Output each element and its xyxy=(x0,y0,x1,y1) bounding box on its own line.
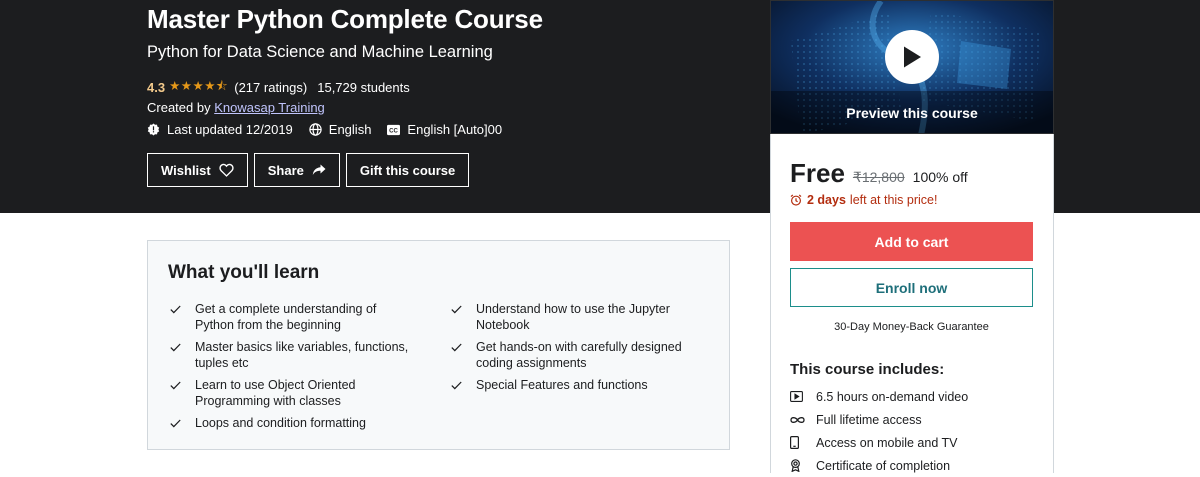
course-title: Master Python Complete Course xyxy=(147,4,543,34)
closed-captions-icon: CC xyxy=(387,123,401,136)
learn-item: Loops and condition formatting xyxy=(168,415,418,432)
learn-item: Special Features and functions xyxy=(449,377,699,394)
last-updated-text: Last updated 12/2019 xyxy=(167,122,293,137)
learn-item-text: Loops and condition formatting xyxy=(195,416,366,430)
created-by-label: Created by xyxy=(147,100,211,115)
share-label: Share xyxy=(267,162,304,178)
money-back-guarantee: 30-Day Money-Back Guarantee xyxy=(834,321,989,333)
svg-text:CC: CC xyxy=(390,128,399,134)
learn-item-text: Get a complete understanding of Python f… xyxy=(195,302,377,332)
language: English xyxy=(309,122,372,137)
learn-column-1: Get a complete understanding of Python f… xyxy=(168,301,418,438)
alarm-clock-icon xyxy=(790,194,802,206)
check-icon xyxy=(449,339,476,371)
includes-item: 6.5 hours on-demand video xyxy=(790,385,1040,408)
rating-row: 4.3 ★★★★⯪ (217 ratings) 15,729 students xyxy=(147,77,410,98)
learn-item-text: Understand how to use the Jupyter Notebo… xyxy=(476,302,670,332)
created-by: Created by Knowasap Training xyxy=(147,100,325,115)
original-price: ₹12,800 xyxy=(852,169,905,185)
heart-icon xyxy=(219,163,234,177)
star-rating-icon: ★★★★⯪ xyxy=(169,79,229,93)
check-icon xyxy=(168,339,195,371)
includes-item-label: 6.5 hours on-demand video xyxy=(816,389,969,404)
urgency-days: 2 days xyxy=(807,193,846,207)
discount-percent: 100% off xyxy=(912,169,968,185)
includes-item-label: Certificate of completion xyxy=(816,458,951,473)
globe-icon xyxy=(309,123,322,136)
gift-label: Gift this course xyxy=(359,162,456,178)
course-includes-title: This course includes: xyxy=(790,361,945,378)
learn-item: Learn to use Object Oriented Programming… xyxy=(168,377,418,409)
includes-item: Full lifetime access xyxy=(790,408,1040,431)
instructor-link[interactable]: Knowasap Training xyxy=(214,100,325,115)
check-icon xyxy=(168,377,195,409)
certificate-icon xyxy=(790,459,816,472)
play-icon[interactable] xyxy=(885,30,939,84)
share-button[interactable]: Share xyxy=(253,153,340,187)
learn-item-text: Master basics like variables, functions,… xyxy=(195,340,409,370)
includes-item: Access on mobile and TV xyxy=(790,431,1040,454)
add-to-cart-button[interactable]: Add to cart xyxy=(790,222,1033,261)
wishlist-label: Wishlist xyxy=(161,162,211,178)
hero-actions: Wishlist Share Gift this course xyxy=(147,153,475,187)
alert-badge-icon xyxy=(147,123,160,136)
learn-item: Understand how to use the Jupyter Notebo… xyxy=(449,301,699,333)
learn-item: Get a complete understanding of Python f… xyxy=(168,301,418,333)
preview-course-label[interactable]: Preview this course xyxy=(770,105,1054,121)
course-subtitle: Python for Data Science and Machine Lear… xyxy=(147,43,493,61)
includes-item-label: Full lifetime access xyxy=(816,412,922,427)
price-urgency: 2 days left at this price! xyxy=(790,193,937,207)
mobile-icon xyxy=(790,436,816,449)
current-price: Free xyxy=(790,158,845,188)
learn-column-2: Understand how to use the Jupyter Notebo… xyxy=(449,301,699,400)
includes-item: Certificate of completion xyxy=(790,454,1040,477)
ratings-count-link[interactable]: (217 ratings) xyxy=(234,80,307,95)
learn-item-text: Get hands-on with carefully designed cod… xyxy=(476,340,682,370)
last-updated: Last updated 12/2019 xyxy=(147,122,293,137)
check-icon xyxy=(168,301,195,333)
share-arrow-icon xyxy=(312,164,326,175)
what-you-learn-box: What you'll learn Get a complete underst… xyxy=(147,240,730,450)
course-includes-list: 6.5 hours on-demand video Full lifetime … xyxy=(790,385,1040,477)
urgency-text: left at this price! xyxy=(849,193,938,207)
wishlist-button[interactable]: Wishlist xyxy=(147,153,248,187)
rating-value: 4.3 xyxy=(147,80,166,95)
course-meta: Last updated 12/2019 English CC English … xyxy=(147,122,518,137)
learn-item-text: Special Features and functions xyxy=(476,378,648,392)
includes-item-label: Access on mobile and TV xyxy=(816,435,958,450)
learn-item-text: Learn to use Object Oriented Programming… xyxy=(195,378,356,408)
students-count: 15,729 students xyxy=(317,80,410,95)
enroll-now-button[interactable]: Enroll now xyxy=(790,268,1033,307)
captions-text: English [Auto]00 xyxy=(407,122,503,137)
price-row: Free ₹12,800 100% off xyxy=(790,158,968,189)
check-icon xyxy=(449,301,476,333)
what-you-learn-title: What you'll learn xyxy=(168,262,320,283)
language-text: English xyxy=(328,122,372,137)
captions: CC English [Auto]00 xyxy=(387,122,502,137)
infinity-icon xyxy=(790,416,816,424)
learn-item: Master basics like variables, functions,… xyxy=(168,339,418,371)
learn-item: Get hands-on with carefully designed cod… xyxy=(449,339,699,371)
check-icon xyxy=(449,377,476,394)
check-icon xyxy=(168,415,195,432)
gift-course-button[interactable]: Gift this course xyxy=(345,153,470,187)
video-icon xyxy=(790,391,816,402)
